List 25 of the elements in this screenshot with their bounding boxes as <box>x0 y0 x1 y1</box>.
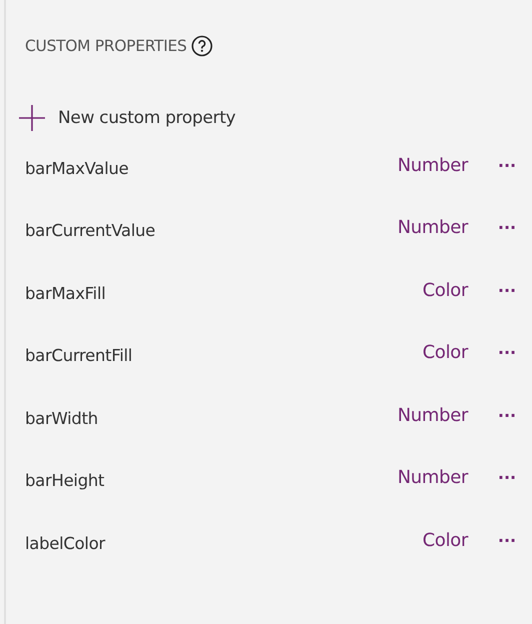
property-type[interactable]: Number <box>397 404 468 426</box>
more-button[interactable]: ··· <box>496 406 518 425</box>
more-button[interactable]: ··· <box>496 343 518 362</box>
property-name: barMaxFill <box>25 284 107 303</box>
property-name: barCurrentFill <box>25 346 134 366</box>
property-name: barWidth <box>25 408 99 428</box>
more-button[interactable]: ··· <box>496 156 518 175</box>
property-type[interactable]: Number <box>397 467 468 488</box>
property-type[interactable]: Color <box>422 280 468 301</box>
more-button[interactable]: ··· <box>496 218 518 238</box>
property-type[interactable]: Number <box>397 154 468 176</box>
property-name: labelColor <box>25 534 106 553</box>
property-type[interactable]: Color <box>422 342 468 364</box>
property-name: barMaxValue <box>25 158 130 178</box>
section-title: CUSTOM PROPERTIES <box>25 37 187 55</box>
help-icon[interactable] <box>190 35 213 57</box>
more-button[interactable]: ··· <box>496 530 518 550</box>
property-name: barHeight <box>25 471 106 490</box>
property-type[interactable]: Number <box>397 217 468 238</box>
property-name: barCurrentValue <box>25 221 156 240</box>
plus-icon <box>18 104 46 132</box>
more-button[interactable]: ··· <box>496 468 518 488</box>
new-property-button[interactable]: New custom property <box>18 104 236 132</box>
property-type[interactable]: Color <box>422 530 468 551</box>
more-button[interactable]: ··· <box>496 280 518 300</box>
